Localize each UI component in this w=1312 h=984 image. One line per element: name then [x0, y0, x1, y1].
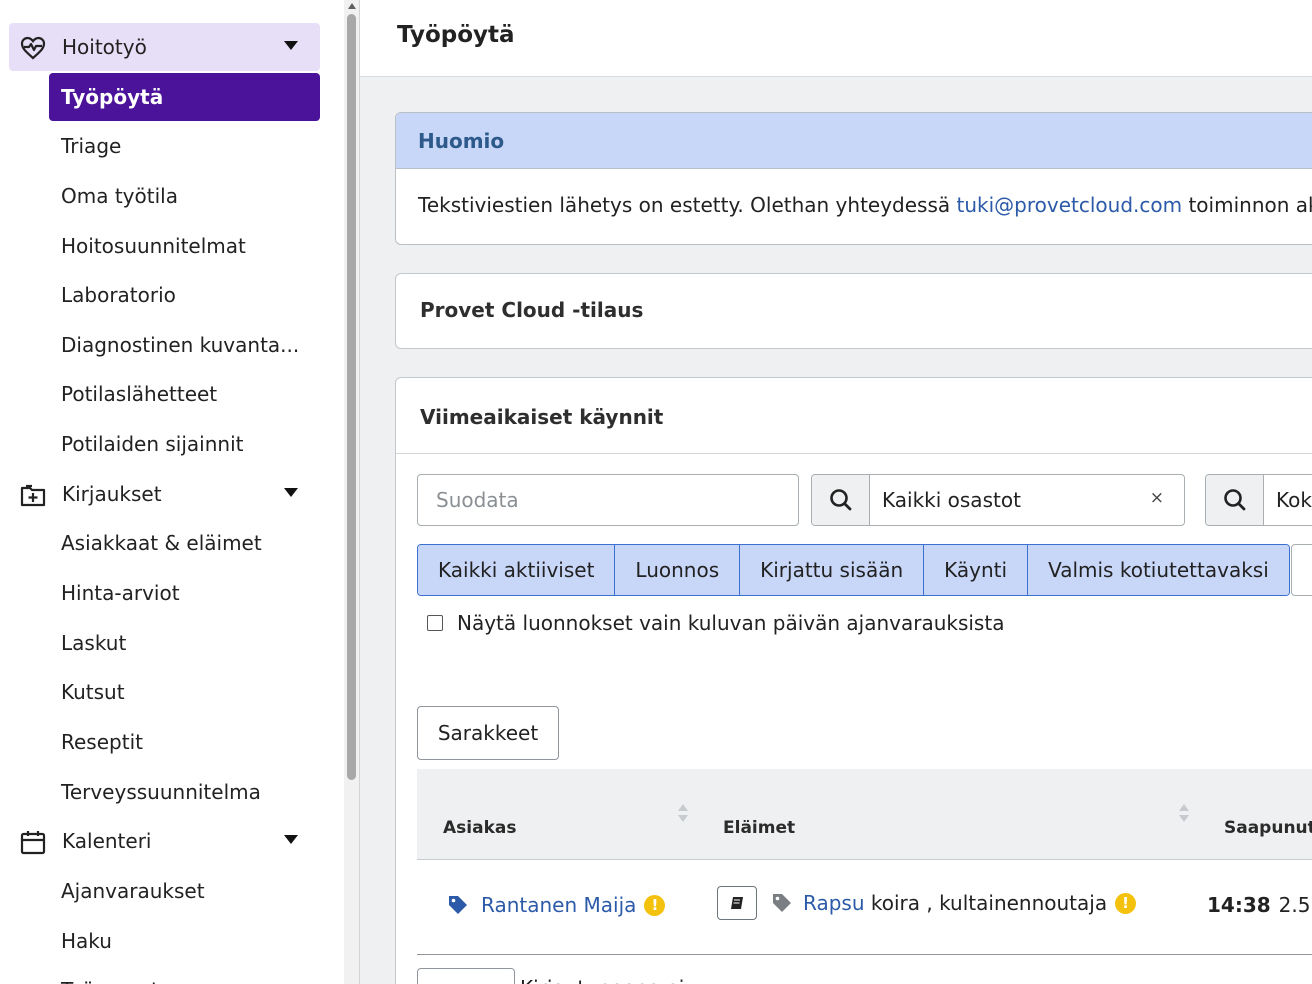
sort-icon[interactable] — [1178, 802, 1190, 824]
nav-group-label: Hoitotyö — [62, 35, 147, 59]
sidebar-item-tyopoyta[interactable]: Työpöytä — [49, 73, 320, 121]
status-checked-in-button[interactable]: Kirjattu sisään — [740, 545, 925, 595]
sidebar-item-kutsut[interactable]: Kutsut — [49, 668, 320, 716]
arrived-time: 14:38 — [1207, 893, 1271, 917]
search-icon — [812, 475, 870, 525]
sidebar-item-laboratorio[interactable]: Laboratorio — [49, 271, 320, 319]
columns-button[interactable]: Sarakkeet — [417, 706, 559, 760]
subscription-card[interactable]: Provet Cloud -tilaus — [395, 273, 1312, 349]
status-extra-button[interactable] — [1291, 544, 1312, 596]
sidebar-item-hinta-arviot[interactable]: Hinta-arviot — [49, 569, 320, 617]
animal-details: koira , kultainennoutaja — [864, 891, 1108, 915]
animal-link[interactable]: Rapsu — [803, 891, 865, 915]
top-bar: Työpöytä — [360, 0, 1312, 77]
sidebar: Hoitotyö Työpöytä Triage Oma työtila Hoi… — [0, 0, 344, 984]
status-all-active-button[interactable]: Kaikki aktiiviset — [418, 545, 616, 595]
nav-group-kirjaukset[interactable]: Kirjaukset — [9, 470, 320, 518]
card-divider — [396, 453, 1312, 454]
recent-visits-title: Viimeaikaiset käynnit — [420, 405, 664, 429]
warning-icon[interactable]: ! — [644, 894, 666, 916]
nav-group-label: Kirjaukset — [62, 482, 162, 506]
filter-input[interactable] — [418, 475, 798, 525]
column-header-client[interactable]: Asiakas — [443, 818, 516, 838]
arrived-cell: 14:38 2.5.2025 — [1207, 893, 1312, 917]
caret-down-icon — [284, 41, 298, 50]
nav-group-label: Kalenteri — [62, 829, 152, 853]
drafts-today-option: Näytä luonnokset vain kuluvan päivän aja… — [427, 611, 1004, 635]
scrollbar-thumb[interactable] — [347, 14, 356, 780]
sort-icon[interactable] — [677, 802, 689, 824]
folder-plus-icon — [20, 484, 46, 507]
department-select[interactable]: Kaikki osastot × — [811, 474, 1185, 526]
client-cell: Rantanen Maija ! — [447, 893, 666, 917]
sidebar-item-triage[interactable]: Triage — [49, 122, 320, 170]
table-header: Asiakas Eläimet Saapunut — [417, 769, 1312, 860]
sidebar-item-potilaslahetteet[interactable]: Potilaslähetteet — [49, 370, 320, 418]
sidebar-item-haku[interactable]: Haku — [49, 917, 320, 965]
sidebar-scrollbar[interactable] — [344, 0, 359, 984]
status-draft-button[interactable]: Luonnos — [615, 545, 741, 595]
alert-message: Tekstiviestien lähetys on estetty. Oleth… — [418, 193, 1312, 217]
caret-down-icon — [284, 488, 298, 497]
sidebar-item-oma-tyotila[interactable]: Oma työtila — [49, 172, 320, 220]
sidebar-item-terveyssuunnitelma[interactable]: Terveyssuunnitelma — [49, 768, 320, 816]
sidebar-item-laskut[interactable]: Laskut — [49, 619, 320, 667]
client-link[interactable]: Rantanen Maija — [481, 893, 636, 917]
alert-text: Tekstiviestien lähetys on estetty. Oleth… — [418, 193, 957, 217]
tag-icon — [449, 896, 467, 914]
subscription-title: Provet Cloud -tilaus — [420, 298, 644, 322]
status-visit-button[interactable]: Käynti — [924, 545, 1029, 595]
search-icon — [1206, 475, 1264, 525]
support-email-link[interactable]: tuki@provetcloud.com — [957, 193, 1183, 217]
sidebar-item-ajanvaraukset[interactable]: Ajanvaraukset — [49, 867, 320, 915]
nav-group-hoitotyo[interactable]: Hoitotyö — [9, 23, 320, 71]
sidebar-item-asiakkaat-elaimet[interactable]: Asiakkaat & eläimet — [49, 519, 320, 567]
bottom-status-text: Kirjautuneena ei — [520, 976, 684, 984]
sidebar-item-diagnostinen-kuvantaminen[interactable]: Diagnostinen kuvanta... — [49, 321, 320, 369]
sidebar-item-tyovuorot[interactable]: Työvuorot — [49, 966, 320, 984]
filter-input-wrapper — [417, 474, 799, 526]
medical-record-button[interactable] — [717, 886, 757, 920]
column-header-arrived[interactable]: Saapunut — [1224, 818, 1312, 838]
secondary-select-value: Kokonaisuudet — [1276, 488, 1312, 512]
sidebar-item-hoitosuunnitelmat[interactable]: Hoitosuunnitelmat — [49, 222, 320, 270]
drafts-today-checkbox[interactable] — [427, 615, 443, 631]
nav-group-kalenteri[interactable]: Kalenteri — [9, 817, 320, 865]
column-header-animals[interactable]: Eläimet — [723, 818, 795, 838]
table-row[interactable]: Rantanen Maija ! Rapsu koira , kultainen… — [417, 860, 1312, 955]
animal-cell: Rapsu koira , kultainennoutaja ! — [717, 886, 1137, 920]
secondary-select[interactable]: Kokonaisuudet — [1205, 474, 1312, 526]
alert-header — [396, 113, 1312, 169]
book-icon — [731, 897, 743, 909]
status-filter-group: Kaikki aktiiviset Luonnos Kirjattu sisää… — [417, 544, 1290, 596]
warning-icon[interactable]: ! — [1115, 892, 1137, 914]
heart-pulse-icon — [20, 36, 46, 60]
clear-selection-icon[interactable]: × — [1150, 488, 1164, 508]
scroll-up-arrow-icon[interactable] — [348, 3, 356, 9]
pagination-button[interactable] — [417, 968, 515, 984]
alert-title: Huomio — [418, 129, 505, 153]
department-select-value: Kaikki osastot — [882, 488, 1021, 512]
alert-panel: Huomio Tekstiviestien lähetys on estetty… — [395, 112, 1312, 245]
page-title: Työpöytä — [397, 22, 515, 48]
calendar-icon — [20, 831, 46, 855]
sidebar-item-potilaiden-sijainnit[interactable]: Potilaiden sijainnit — [49, 420, 320, 468]
sidebar-item-reseptit[interactable]: Reseptit — [49, 718, 320, 766]
tag-icon — [773, 894, 791, 912]
alert-text-end: toiminnon aktivoimiseksi. — [1188, 193, 1312, 217]
status-ready-discharge-button[interactable]: Valmis kotiutettavaksi — [1028, 545, 1289, 595]
main-content: Huomio Tekstiviestien lähetys on estetty… — [360, 77, 1312, 984]
drafts-today-label: Näytä luonnokset vain kuluvan päivän aja… — [457, 611, 1005, 635]
arrived-date: 2.5.2025 — [1278, 893, 1312, 917]
caret-down-icon — [284, 835, 298, 844]
recent-visits-card: Viimeaikaiset käynnit Kaikki osastot × — [395, 377, 1312, 984]
